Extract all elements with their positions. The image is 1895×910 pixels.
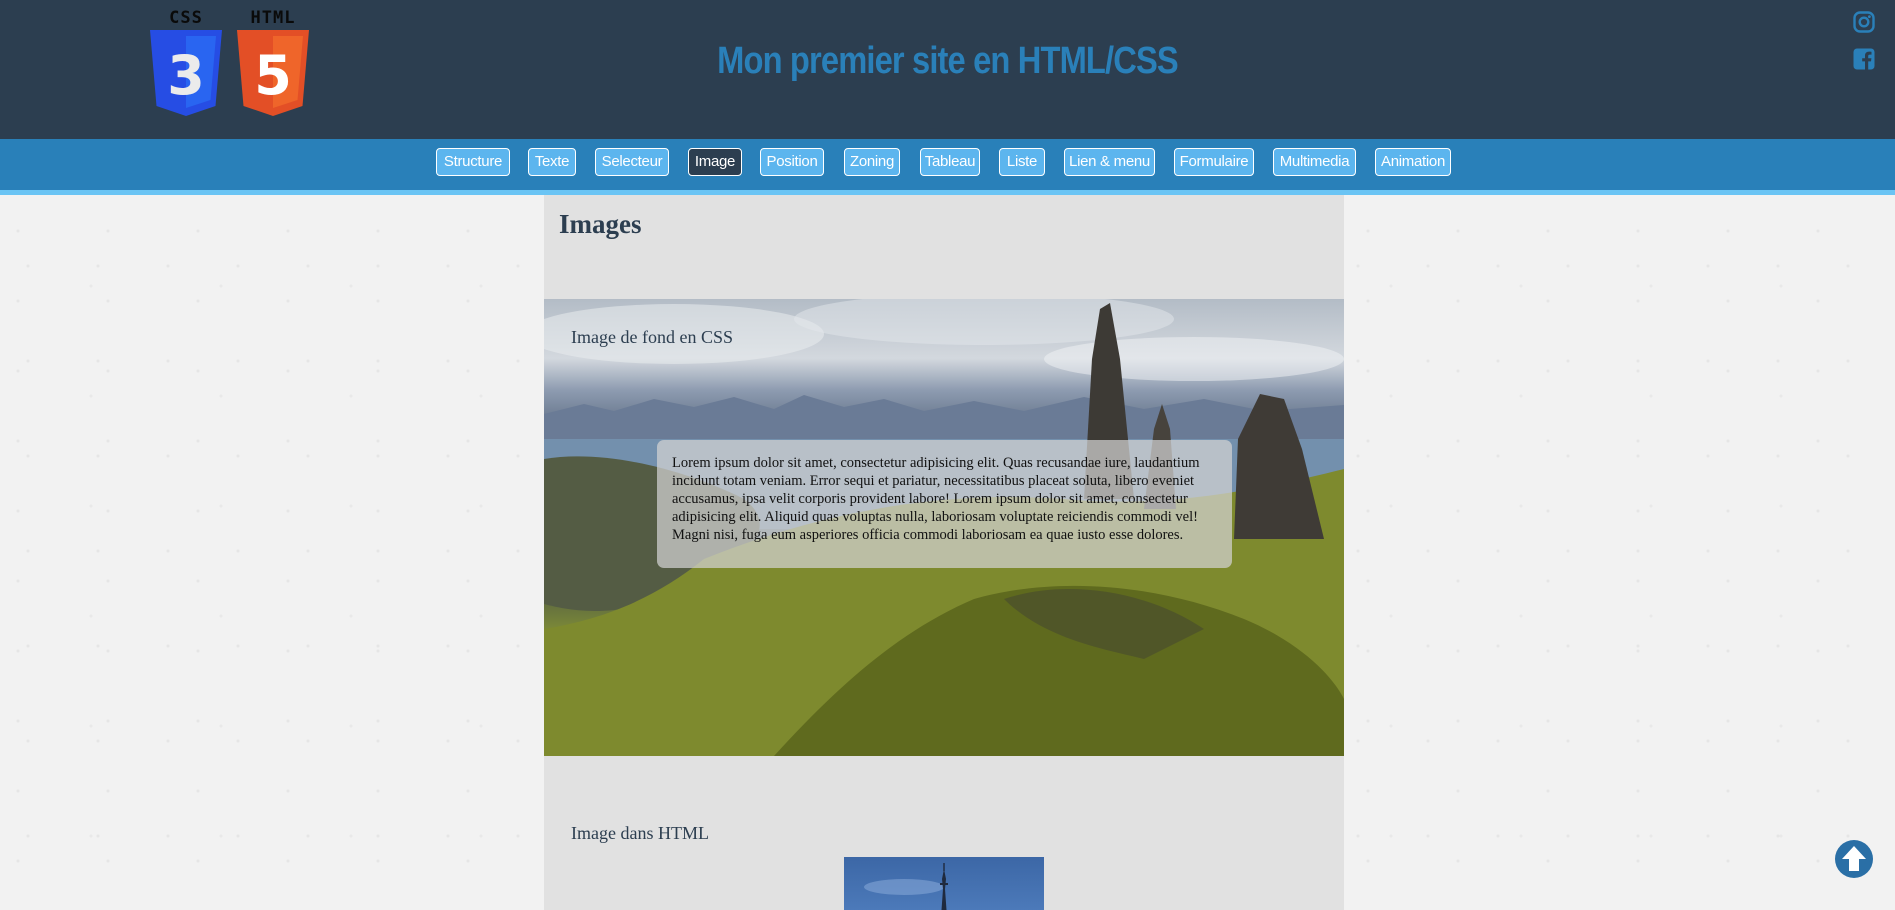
nav-list: Structure Texte Selecteur Image Position…	[0, 148, 1895, 178]
scroll-to-top-button[interactable]	[1834, 839, 1874, 879]
nav-item-animation[interactable]: Animation	[1375, 148, 1451, 176]
main-content: Images Image de fond en CSS Lorem ipsum …	[544, 195, 1344, 910]
nav-item-image[interactable]: Image	[688, 148, 742, 176]
nav-item-tableau[interactable]: Tableau	[920, 148, 980, 176]
nav-item-selecteur[interactable]: Selecteur	[595, 148, 669, 176]
background-image-section: Image de fond en CSS Lorem ipsum dolor s…	[544, 299, 1344, 756]
overlay-paragraph: Lorem ipsum dolor sit amet, consectetur …	[672, 455, 1200, 543]
section-title-html-image: Image dans HTML	[571, 823, 709, 843]
nav-item-liste[interactable]: Liste	[999, 148, 1045, 176]
page-title: Images	[559, 209, 642, 239]
html-logo-label: HTML	[250, 8, 296, 28]
nav-item-zoning[interactable]: Zoning	[844, 148, 900, 176]
overlay-text-box: Lorem ipsum dolor sit amet, consectetur …	[657, 440, 1232, 568]
eiffel-tower-image	[844, 857, 1044, 910]
nav-item-structure[interactable]: Structure	[436, 148, 510, 176]
arrow-up-circle-icon	[1835, 840, 1873, 878]
nav-item-formulaire[interactable]: Formulaire	[1174, 148, 1254, 176]
css-logo-label: CSS	[169, 8, 203, 28]
site-title: Mon premier site en HTML/CSS	[717, 40, 1179, 82]
facebook-icon[interactable]	[1853, 48, 1875, 70]
nav-item-lien-menu[interactable]: Lien & menu	[1064, 148, 1155, 176]
main-nav: Structure Texte Selecteur Image Position…	[0, 139, 1895, 195]
nav-item-multimedia[interactable]: Multimedia	[1273, 148, 1356, 176]
section-title-bg-css: Image de fond en CSS	[571, 327, 733, 347]
nav-item-texte[interactable]: Texte	[528, 148, 576, 176]
instagram-icon[interactable]	[1853, 11, 1875, 33]
site-header: CSS 3 HTML 5 Mon premier site en HTML/CS…	[0, 0, 1895, 139]
nav-item-position[interactable]: Position	[760, 148, 824, 176]
tower-silhouette-icon	[864, 863, 948, 910]
